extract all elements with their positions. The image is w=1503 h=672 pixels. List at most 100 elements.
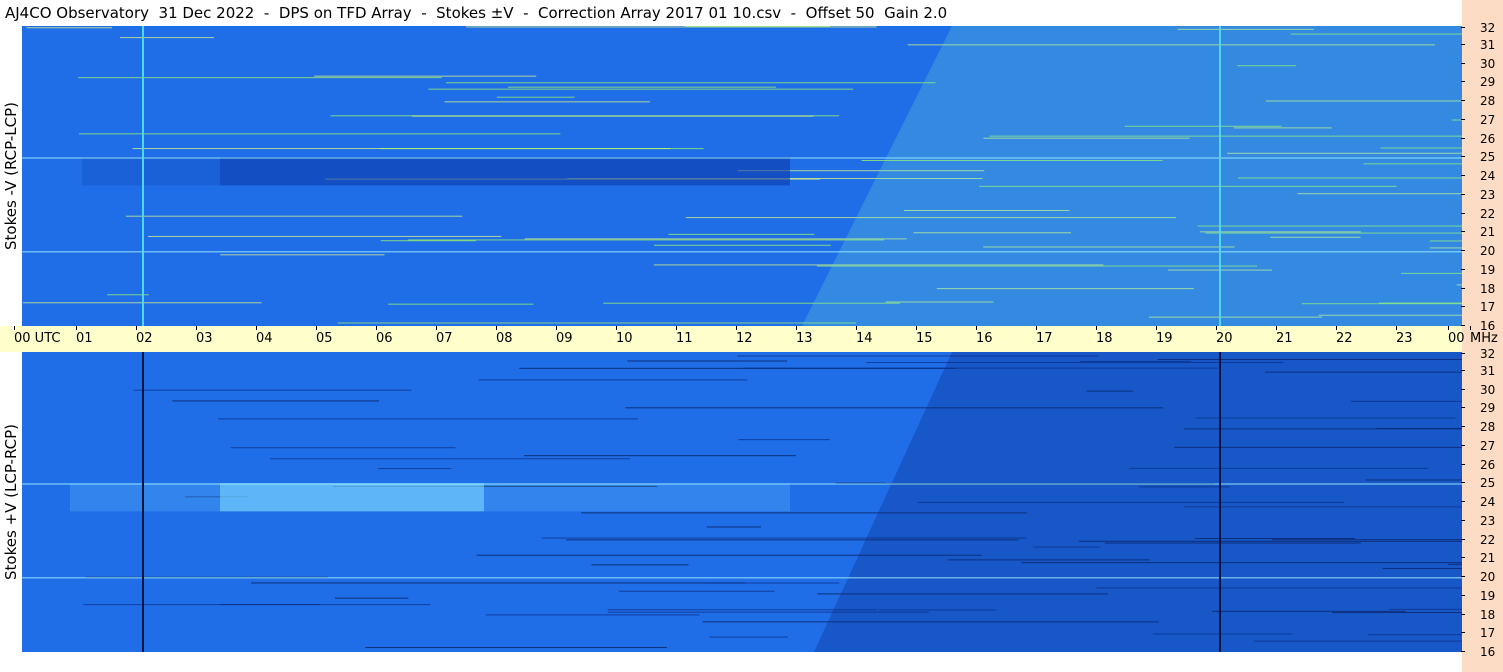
rfi-line bbox=[119, 37, 215, 39]
mhz-tick: 24 bbox=[1460, 496, 1495, 508]
rfi-line bbox=[466, 26, 877, 28]
spectrogram-bottom bbox=[22, 352, 1462, 652]
mhz-tick: 20 bbox=[1460, 245, 1495, 257]
utc-tick: 22 bbox=[1336, 326, 1353, 352]
mhz-tick: 19 bbox=[1460, 590, 1495, 602]
vertical-marker bbox=[1219, 352, 1221, 652]
utc-tick: 11 bbox=[676, 326, 693, 352]
utc-tick: 18 bbox=[1096, 326, 1113, 352]
utc-tick: 01 bbox=[76, 326, 93, 352]
rfi-line bbox=[148, 235, 502, 237]
spectrogram-top bbox=[22, 26, 1462, 326]
mhz-tick: 17 bbox=[1460, 627, 1495, 639]
mhz-tick: 32 bbox=[1460, 22, 1495, 34]
mhz-tick: 27 bbox=[1460, 440, 1495, 452]
utc-tick: 06 bbox=[376, 326, 393, 352]
rfi-line bbox=[507, 86, 777, 88]
mhz-tick: 21 bbox=[1460, 226, 1495, 238]
utc-tick: 13 bbox=[796, 326, 813, 352]
mhz-tick: 32 bbox=[1460, 348, 1495, 360]
rfi-line bbox=[133, 389, 412, 391]
utc-tick: 08 bbox=[496, 326, 513, 352]
dark-band-faint bbox=[82, 157, 220, 186]
channel-stripe bbox=[22, 483, 1462, 485]
mhz-tick: 21 bbox=[1460, 552, 1495, 564]
mhz-tick: 28 bbox=[1460, 421, 1495, 433]
vertical-marker bbox=[1219, 26, 1221, 326]
time-axis bbox=[0, 326, 1462, 352]
rfi-line bbox=[591, 564, 689, 566]
mhz-tick: 19 bbox=[1460, 264, 1495, 276]
rfi-line bbox=[708, 582, 840, 584]
utc-tick: 14 bbox=[856, 326, 873, 352]
rfi-line bbox=[388, 303, 534, 305]
utc-tick: 07 bbox=[436, 326, 453, 352]
mhz-tick: 30 bbox=[1460, 384, 1495, 396]
bottom-panel-ylabel-text: Stokes +V (LCP-RCP) bbox=[2, 424, 20, 580]
utc-tick: 21 bbox=[1276, 326, 1293, 352]
mhz-tick: 26 bbox=[1460, 133, 1495, 145]
rfi-line bbox=[618, 590, 775, 592]
rfi-line bbox=[217, 418, 639, 420]
mhz-tick: 23 bbox=[1460, 189, 1495, 201]
rfi-line bbox=[83, 604, 431, 606]
rfi-line bbox=[428, 88, 854, 90]
spectrogram-top-svg bbox=[22, 26, 1462, 326]
rfi-line bbox=[220, 254, 385, 256]
mhz-tick: 31 bbox=[1460, 39, 1495, 51]
mhz-tick: 22 bbox=[1460, 534, 1495, 546]
rfi-line bbox=[668, 233, 815, 235]
utc-tick: 10 bbox=[616, 326, 633, 352]
spectrogram-bottom-svg bbox=[22, 352, 1462, 652]
rfi-line bbox=[485, 614, 700, 616]
rfi-line bbox=[125, 215, 463, 217]
rfi-line bbox=[270, 458, 631, 460]
rfi-line bbox=[709, 636, 788, 638]
rfi-line bbox=[314, 75, 537, 77]
rfi-line bbox=[654, 244, 831, 246]
top-panel-ylabel: Stokes -V (RCP-LCP) bbox=[0, 26, 22, 326]
mhz-tick: 24 bbox=[1460, 170, 1495, 182]
utc-tick: 23 bbox=[1396, 326, 1413, 352]
mhz-tick: 25 bbox=[1460, 151, 1495, 163]
mhz-tick: 20 bbox=[1460, 571, 1495, 583]
top-panel-ylabel-text: Stokes -V (RCP-LCP) bbox=[2, 102, 20, 250]
utc-tick: 17 bbox=[1036, 326, 1053, 352]
rfi-line bbox=[478, 379, 748, 381]
rfi-line bbox=[446, 82, 936, 84]
utc-tick: 03 bbox=[196, 326, 213, 352]
rfi-line bbox=[496, 96, 575, 98]
mhz-tick: 29 bbox=[1460, 402, 1495, 414]
bright-band-faint bbox=[70, 483, 790, 512]
mhz-tick: 28 bbox=[1460, 95, 1495, 107]
chart-title: AJ4CO Observatory 31 Dec 2022 - DPS on T… bbox=[0, 0, 1462, 26]
rfi-line bbox=[523, 455, 796, 457]
utc-tick: 16 bbox=[976, 326, 993, 352]
mhz-tick: 26 bbox=[1460, 459, 1495, 471]
channel-stripe bbox=[22, 577, 1462, 579]
bottom-panel-ylabel: Stokes +V (LCP-RCP) bbox=[0, 352, 22, 652]
vertical-marker bbox=[142, 352, 144, 652]
rfi-line bbox=[738, 439, 830, 441]
rfi-line bbox=[377, 468, 452, 470]
utc-tick: 05 bbox=[316, 326, 333, 352]
rfi-line bbox=[230, 447, 456, 449]
rfi-line bbox=[444, 101, 650, 103]
rfi-line bbox=[251, 582, 746, 584]
rfi-line bbox=[706, 526, 761, 528]
channel-stripe bbox=[22, 251, 1462, 253]
utc-tick: 09 bbox=[556, 326, 573, 352]
utc-tick: 00 UTC bbox=[14, 326, 60, 352]
vertical-marker bbox=[142, 26, 144, 326]
rfi-line bbox=[334, 597, 409, 599]
rfi-line bbox=[78, 77, 442, 79]
rfi-line bbox=[79, 133, 561, 135]
rfi-line bbox=[379, 148, 704, 150]
utc-tick: 15 bbox=[916, 326, 933, 352]
rfi-line bbox=[26, 27, 113, 29]
rfi-line bbox=[337, 322, 857, 324]
rfi-line bbox=[365, 646, 667, 648]
utc-tick: 04 bbox=[256, 326, 273, 352]
mhz-tick: 22 bbox=[1460, 208, 1495, 220]
rfi-line bbox=[172, 400, 380, 402]
